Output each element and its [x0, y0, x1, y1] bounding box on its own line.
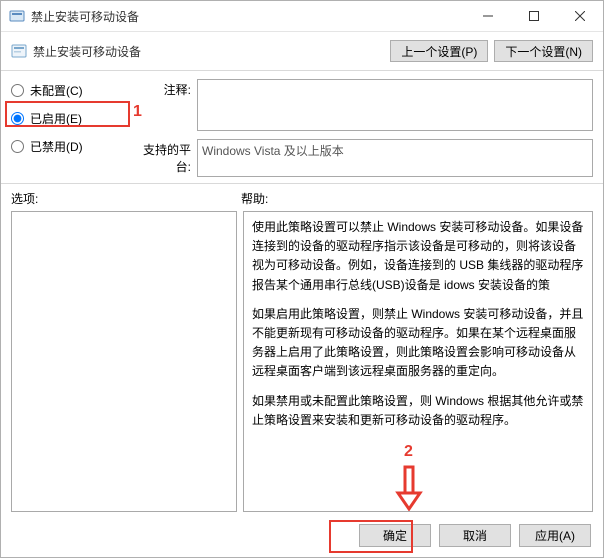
state-radio-group: 未配置(C) 已启用(E) 已禁用(D) 1: [11, 79, 131, 177]
radio-enabled-label[interactable]: 已启用(E): [30, 110, 82, 127]
window-title: 禁止安装可移动设备: [31, 8, 465, 25]
policy-editor-window: 禁止安装可移动设备: [0, 0, 604, 558]
supported-label: 支持的平台:: [131, 139, 197, 175]
header-row: 禁止安装可移动设备 上一个设置(P) 下一个设置(N): [1, 32, 603, 70]
policy-title: 禁止安装可移动设备: [33, 43, 141, 60]
help-pane: 使用此策略设置可以禁止 Windows 安装可移动设备。如果设备连接到的设备的驱…: [243, 211, 593, 512]
footer-buttons: 确定 取消 应用(A): [1, 518, 603, 557]
close-button[interactable]: [557, 1, 603, 31]
divider: [1, 70, 603, 71]
help-paragraph: 使用此策略设置可以禁止 Windows 安装可移动设备。如果设备连接到的设备的驱…: [252, 218, 584, 295]
app-icon: [9, 8, 25, 24]
titlebar: 禁止安装可移动设备: [1, 1, 603, 32]
options-pane: [11, 211, 237, 512]
apply-button[interactable]: 应用(A): [519, 524, 591, 547]
maximize-button[interactable]: [511, 1, 557, 31]
radio-not-configured-label[interactable]: 未配置(C): [30, 82, 83, 99]
radio-disabled-label[interactable]: 已禁用(D): [30, 138, 83, 155]
annotation-arrow-icon: [394, 465, 424, 512]
help-paragraph: 如果启用此策略设置，则禁止 Windows 安装可移动设备，并且不能更新现有可移…: [252, 305, 584, 382]
radio-enabled[interactable]: [11, 112, 24, 125]
supported-on-text: Windows Vista 及以上版本: [202, 144, 344, 158]
help-paragraph: 如果禁用或未配置此策略设置，则 Windows 根据其他允许或禁止策略设置来安装…: [252, 392, 584, 430]
pane-labels: 选项: 帮助:: [1, 188, 603, 209]
window-controls: [465, 1, 603, 31]
split-panes: 使用此策略设置可以禁止 Windows 安装可移动设备。如果设备连接到的设备的驱…: [1, 209, 603, 518]
divider: [1, 183, 603, 184]
minimize-button[interactable]: [465, 1, 511, 31]
next-setting-button[interactable]: 下一个设置(N): [494, 40, 593, 62]
help-label: 帮助:: [241, 190, 268, 207]
policy-icon: [11, 43, 27, 59]
radio-disabled[interactable]: [11, 140, 24, 153]
cancel-button[interactable]: 取消: [439, 524, 511, 547]
comment-input[interactable]: [197, 79, 593, 131]
options-label: 选项:: [11, 190, 241, 207]
ok-button[interactable]: 确定: [359, 524, 431, 547]
comment-label: 注释:: [131, 79, 197, 98]
radio-not-configured[interactable]: [11, 84, 24, 97]
prev-setting-button[interactable]: 上一个设置(P): [390, 40, 488, 62]
config-section: 未配置(C) 已启用(E) 已禁用(D) 1 注释: 支持的平台: W: [1, 75, 603, 183]
supported-on-box: Windows Vista 及以上版本: [197, 139, 593, 177]
annotation-number-2: 2: [404, 439, 413, 465]
